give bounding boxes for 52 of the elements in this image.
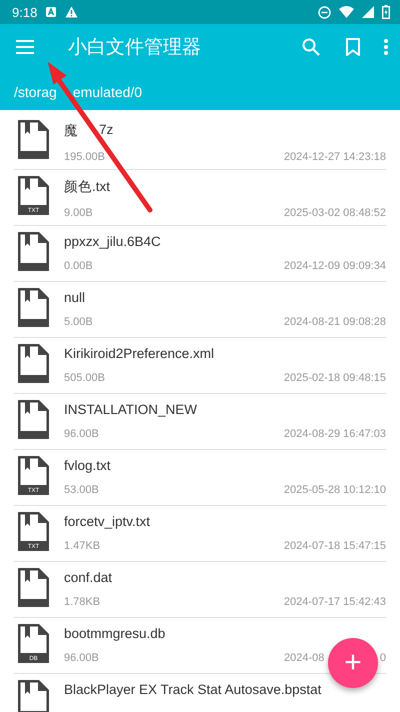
file-name[interactable]: 颜色.txt [64, 176, 110, 196]
file-name[interactable]: BlackPlayer EX Track Stat Autosave.bpstat [64, 680, 322, 697]
warning-icon [65, 6, 78, 18]
file-size: 5.00B [64, 316, 93, 328]
file-date: 2025-02-18 09:48:15 [284, 372, 386, 384]
search-icon[interactable] [302, 38, 320, 56]
file-name[interactable]: fvlog.txt [64, 456, 111, 473]
file-size: 0.00B [64, 260, 93, 272]
file-size: 53.00B [64, 484, 99, 496]
do-not-disturb-icon [318, 6, 331, 18]
file-date: 2025-03-02 08:48:52 [284, 207, 386, 219]
status-time: 9:18 [12, 4, 38, 20]
wifi-icon [339, 6, 354, 18]
signal-icon [362, 6, 374, 18]
file-size: 505.00B [64, 372, 105, 384]
file-date: 2024-08-21 09:08:28 [284, 316, 386, 328]
file-name[interactable]: null [64, 288, 86, 305]
file-name[interactable]: conf.dat [64, 568, 112, 585]
file-icon [18, 568, 49, 607]
file-size: 9.00B [64, 207, 93, 219]
file-date: 2024-07-17 15:42:43 [284, 596, 386, 608]
file-size: 96.00B [64, 652, 99, 664]
file-date: 2024-07-18 15:47:15 [284, 540, 386, 552]
bookmark-icon[interactable] [346, 38, 360, 56]
file-size: 96.00B [64, 428, 99, 440]
file-date: 2024-12-27 14:23:18 [284, 151, 386, 163]
file-date: 2025-05-28 10:12:10 [284, 484, 386, 496]
app-title: 小白文件管理器 [68, 36, 202, 60]
file-icon [18, 680, 49, 712]
file-icon [18, 344, 49, 383]
file-icon [18, 120, 49, 159]
file-date: 2024-12-09 09:09:34 [284, 260, 386, 272]
file-name[interactable]: 7z [99, 120, 114, 140]
file-name[interactable]: INSTALLATION_NEW [64, 400, 198, 417]
file-date: 2024-08 [284, 652, 324, 664]
file-name[interactable]: bootmmgresu.db [64, 624, 166, 641]
file-name[interactable]: forcetv_iptv.txt [64, 512, 150, 529]
file-name[interactable]: 魔 [64, 120, 78, 140]
file-name[interactable]: ppxzx_jilu.6B4C [64, 232, 161, 249]
file-date: 0 [380, 652, 386, 664]
file-size: 1.78KB [64, 596, 100, 608]
file-date: 2024-08-29 16:47:03 [284, 428, 386, 440]
file-icon [18, 400, 49, 439]
file-size: 195.00B [64, 151, 105, 163]
notification-icon [45, 6, 58, 18]
menu-icon[interactable] [16, 40, 34, 54]
file-icon [18, 232, 49, 271]
file-icon [18, 288, 49, 327]
file-name[interactable]: Kirikiroid2Preference.xml [64, 344, 214, 361]
battery-icon [382, 5, 390, 19]
more-icon[interactable] [384, 39, 388, 55]
file-size: 1.47KB [64, 540, 100, 552]
